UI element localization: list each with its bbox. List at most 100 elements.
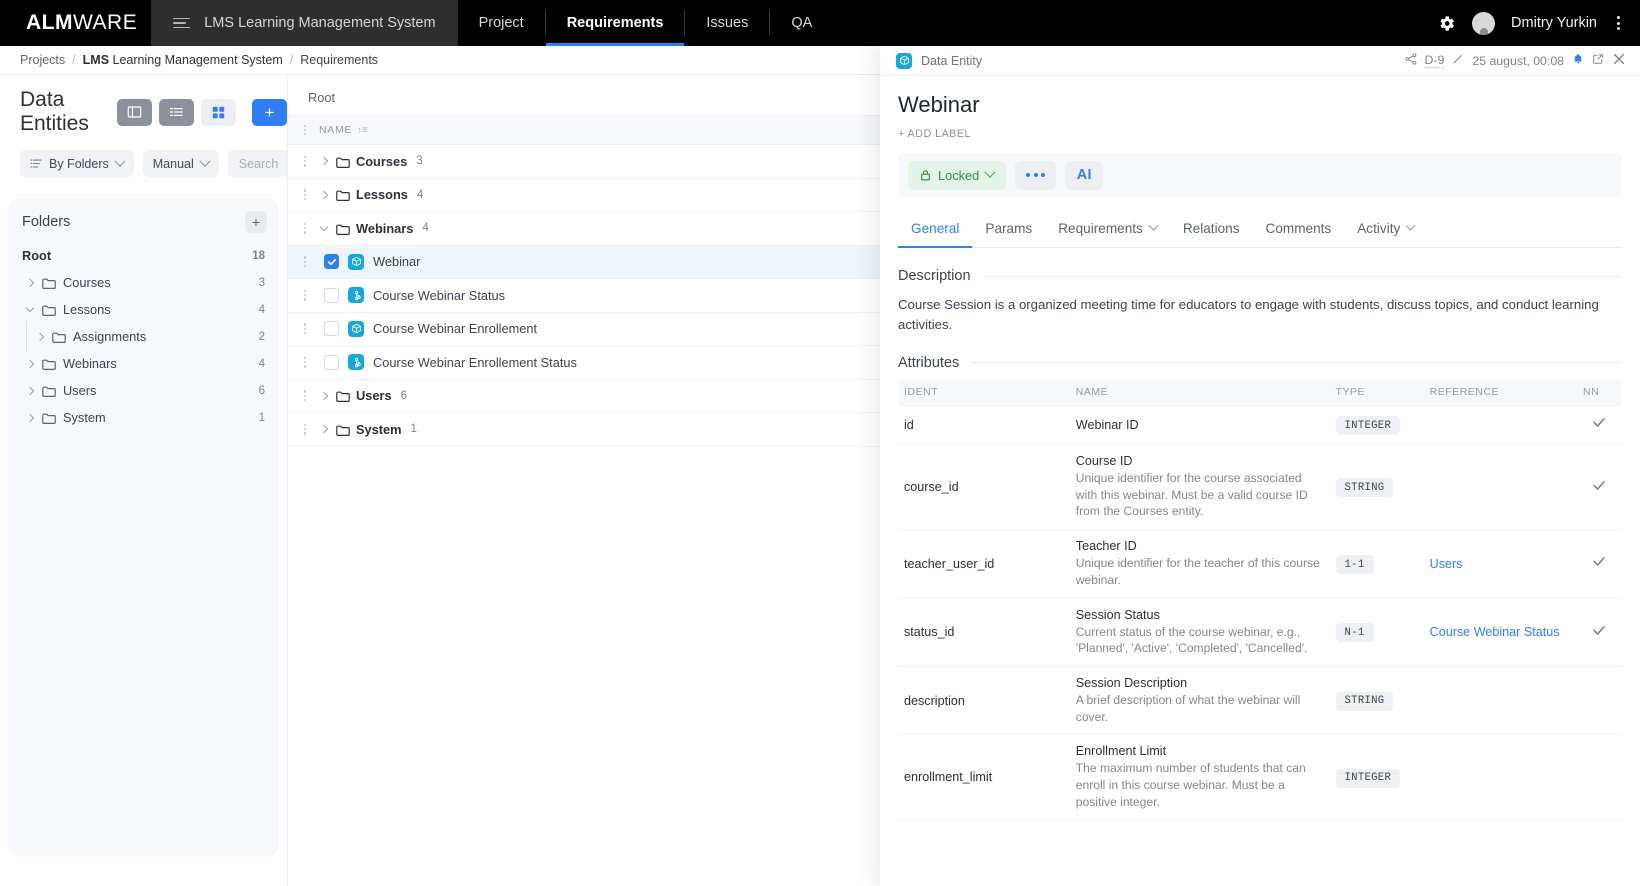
tree-item-system[interactable]: System 1 [8,404,279,431]
breadcrumb-project[interactable]: LMS Learning Management System [83,53,283,67]
table-row[interactable]: enrollment_limit Enrollment Limit The ma… [898,734,1622,821]
chevron-right-icon[interactable] [316,391,332,400]
top-navigation-bar: ALMWARE LMS Learning Management System P… [0,0,1640,46]
attr-nn-cell [1576,405,1622,446]
bell-icon[interactable] [1572,53,1584,68]
attr-name-cell: Course ID Unique identifier for the cour… [1069,444,1330,531]
open-in-new-icon[interactable] [1592,53,1604,68]
attr-type-cell: STRING [1329,666,1424,736]
tab-comments[interactable]: Comments [1253,211,1345,247]
drag-handle-icon[interactable] [300,390,310,402]
chevron-down-icon[interactable] [316,222,332,233]
row-checkbox[interactable] [324,287,339,303]
chevron-right-icon[interactable] [316,157,332,166]
reference-link[interactable]: Users [1430,557,1463,571]
avatar[interactable] [1472,11,1496,35]
row-checkbox[interactable] [324,321,339,337]
row-checkbox[interactable] [324,254,339,270]
nav-item-requirements[interactable]: Requirements [545,0,685,46]
tab-relations[interactable]: Relations [1170,211,1253,247]
drag-handle-icon[interactable] [300,256,310,268]
grid-view-icon[interactable] [201,98,236,126]
nav-item-qa[interactable]: QA [770,0,833,46]
close-icon[interactable] [1612,52,1626,69]
tree-item-assignments[interactable]: Assignments 2 [8,321,279,352]
drag-handle-icon[interactable] [300,323,310,335]
tree-item-users[interactable]: Users 6 [8,377,279,404]
folders-title: Folders [22,214,71,230]
chevron-down-icon [114,155,126,167]
tree-item-webinars[interactable]: Webinars 4 [8,350,279,377]
column-type: TYPE [1329,379,1424,406]
project-selector[interactable]: LMS Learning Management System [151,0,458,46]
tree-item-root[interactable]: Root 18 [8,242,279,269]
add-label-button[interactable]: + ADD LABEL [898,118,1622,140]
attr-reference-cell [1423,405,1577,446]
gear-icon[interactable] [1437,14,1456,33]
drag-handle-icon[interactable] [300,423,310,435]
column-header-name[interactable]: NAME [319,124,352,136]
add-entity-button[interactable]: + [252,98,287,126]
drag-handle-icon[interactable] [300,356,310,368]
drag-handle-icon[interactable] [300,222,310,234]
chevron-right-icon[interactable] [316,425,332,434]
sort-ascending-icon[interactable]: ↑≡ [357,125,368,136]
lock-status-dropdown[interactable]: Locked [908,160,1007,190]
split-view-icon[interactable] [117,98,152,126]
table-row[interactable]: description Session Description A brief … [898,666,1622,736]
table-row[interactable]: teacher_user_id Teacher ID Unique identi… [898,529,1622,599]
table-row[interactable]: course_id Course ID Unique identifier fo… [898,444,1622,531]
chevron-right-icon[interactable] [22,386,38,395]
group-icon [30,159,42,168]
chevron-down-icon[interactable] [22,303,38,314]
tree-item-courses[interactable]: Courses 3 [8,269,279,296]
breadcrumb-projects[interactable]: Projects [20,53,65,67]
tab-general[interactable]: General [898,211,973,248]
list-view-icon[interactable] [159,98,194,126]
entity-id[interactable]: D-9 [1424,53,1445,68]
chevron-right-icon[interactable] [22,359,38,368]
ai-button[interactable]: AI [1065,160,1104,190]
reference-link[interactable]: Course Webinar Status [1430,625,1560,639]
folder-icon [52,331,66,343]
tab-activity[interactable]: Activity [1344,211,1427,247]
attr-name-cell: Webinar ID [1069,405,1330,446]
attr-name: Session Description [1075,675,1188,690]
mode-dropdown[interactable]: Manual [142,150,219,177]
chevron-right-icon[interactable] [22,413,38,422]
chevron-right-icon[interactable] [22,278,38,287]
drag-handle-icon[interactable] [300,189,310,201]
chevron-right-icon[interactable] [316,190,332,199]
hamburger-menu-icon[interactable] [173,17,191,29]
type-badge: INTEGER [1335,416,1401,436]
tree-label: Users [63,383,97,398]
drag-handle-icon[interactable] [300,155,310,167]
kebab-menu-icon[interactable] [1613,12,1624,34]
table-row[interactable]: status_id Session Status Current status … [898,598,1622,667]
row-checkbox[interactable] [324,354,339,370]
folder-tree: Root 18 Courses 3 Lessons 4 Assignments … [8,233,279,431]
tree-count: 1 [258,411,265,424]
tree-item-lessons[interactable]: Lessons 4 [8,296,279,323]
drag-handle-icon[interactable] [300,289,310,301]
app-logo[interactable]: ALMWARE [0,11,151,35]
table-row[interactable]: id Webinar ID INTEGER [898,405,1622,446]
tab-requirements[interactable]: Requirements [1045,211,1170,247]
attributes-table: IDENT NAME TYPE REFERENCE NN id Webinar … [898,379,1622,821]
pencil-icon[interactable] [1452,53,1464,68]
group-by-dropdown[interactable]: By Folders [20,150,134,177]
nav-item-issues[interactable]: Issues [685,0,769,46]
user-name[interactable]: Dmitry Yurkin [1511,15,1597,31]
tree-count: 6 [258,384,265,397]
tab-params[interactable]: Params [972,211,1045,247]
attr-description: Current status of the course webinar, e.… [1075,624,1308,656]
nav-item-project[interactable]: Project [458,0,545,46]
divider [982,275,1622,277]
attr-nn-cell [1576,529,1622,599]
more-horizontal-icon[interactable] [1015,160,1057,190]
share-icon[interactable] [1405,53,1417,68]
tree-label: System [63,410,106,425]
attr-name-cell: Enrollment Limit The maximum number of s… [1069,734,1330,821]
add-folder-button[interactable]: + [245,211,267,233]
chevron-right-icon[interactable] [32,332,48,341]
